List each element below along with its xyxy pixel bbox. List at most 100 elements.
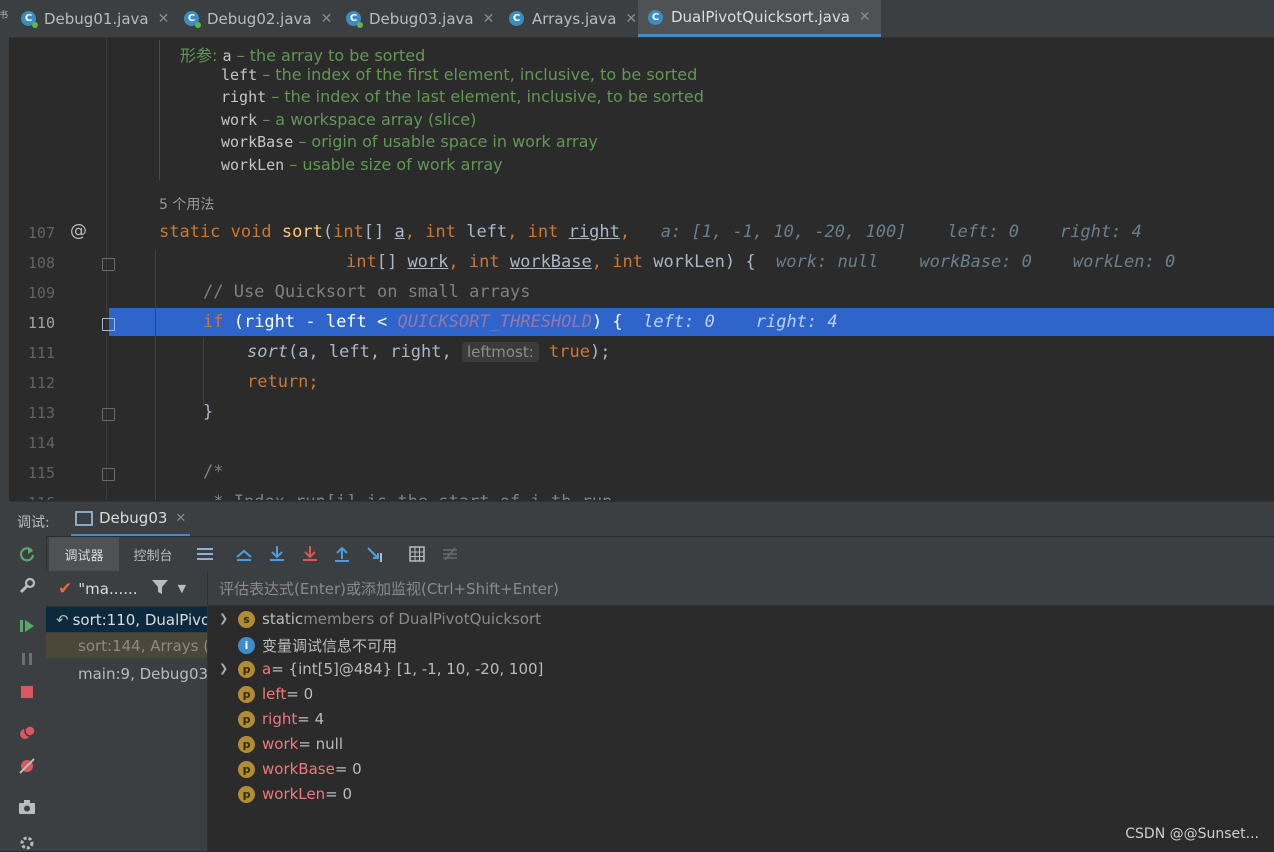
stop-icon[interactable]	[18, 683, 36, 701]
rerun-icon[interactable]	[18, 545, 36, 563]
variable-row[interactable]: p a = {int[5]@484} [1, -1, 10, -20, 100]	[238, 660, 543, 678]
variable-row[interactable]: p left = 0	[238, 685, 313, 703]
settings-gear-icon[interactable]	[18, 834, 36, 852]
fold-icon[interactable]	[102, 468, 115, 481]
code-line-112: return;	[247, 372, 319, 392]
java-class-icon: C	[509, 11, 524, 26]
frame-item[interactable]: ↶ sort:110, DualPivo	[46, 607, 207, 632]
override-marker-icon[interactable]: @	[70, 221, 87, 241]
frame-return-icon: ↶	[56, 610, 69, 629]
param-badge-icon: p	[238, 710, 255, 728]
frame-item[interactable]: sort:144, Arrays (j	[46, 633, 207, 658]
tab-console[interactable]: 控制台	[121, 537, 185, 572]
code-editor[interactable]: 形参: a – the array to be sorted left – th…	[9, 38, 1274, 500]
fold-icon[interactable]	[102, 318, 115, 331]
debug-actions-strip	[9, 536, 47, 851]
line-number: 109	[27, 284, 55, 302]
param-name: left	[221, 66, 258, 84]
step-over-icon[interactable]	[268, 545, 286, 563]
variable-row[interactable]: p workBase = 0	[238, 760, 362, 778]
debug-tool-window-header: 调试: Debug03 ✕	[9, 501, 1274, 537]
tab-debug02[interactable]: C Debug02.java ✕	[184, 0, 332, 37]
tab-debugger[interactable]: 调试器	[49, 537, 119, 572]
code-line-113: }	[203, 402, 214, 422]
layout-menu-icon[interactable]	[196, 545, 214, 563]
var-name: work	[262, 735, 299, 753]
expand-icon[interactable]: ❯	[219, 612, 228, 625]
camera-icon[interactable]	[18, 798, 36, 816]
show-execution-point-icon[interactable]	[235, 545, 253, 563]
frame-item[interactable]: main:9, Debug03	[78, 665, 208, 683]
fold-icon[interactable]	[102, 408, 115, 421]
tab-debug03[interactable]: C Debug03.java ✕	[346, 0, 494, 37]
resume-icon[interactable]	[18, 617, 36, 635]
tab-label: Arrays.java	[532, 9, 617, 28]
variable-row[interactable]: p work = null	[238, 735, 343, 753]
close-icon[interactable]: ✕	[175, 511, 186, 526]
info-icon: i	[238, 637, 255, 654]
param-desc: – usable size of work array	[289, 155, 503, 174]
trace-stream-icon[interactable]	[441, 545, 459, 563]
step-out-icon[interactable]	[333, 545, 351, 563]
evaluate-expression-input[interactable]: 评估表达式(Enter)或添加监视(Ctrl+Shift+Enter)	[208, 571, 1274, 606]
wrench-icon[interactable]	[18, 577, 36, 595]
step-into-icon[interactable]	[301, 545, 319, 563]
param-name: work	[221, 111, 258, 129]
java-class-icon: C	[21, 11, 38, 28]
close-icon[interactable]: ✕	[321, 11, 333, 27]
indent-guide	[155, 250, 156, 500]
tab-dualpivotquicksort[interactable]: C DualPivotQuicksort.java ✕	[638, 0, 881, 37]
java-class-icon: C	[648, 9, 663, 25]
rendered-javadoc: 形参: a – the array to be sorted left – th…	[159, 40, 760, 180]
var-value: = {int[5]@484} [1, -1, 10, -20, 100]	[271, 660, 544, 678]
var-prefix: static	[262, 610, 304, 628]
inline-debug-values: work: null workBase: 0 workLen: 0	[776, 252, 1176, 272]
run-to-cursor-icon[interactable]	[366, 545, 384, 563]
frame-label: sort:144, Arrays (j	[78, 636, 207, 655]
fold-icon[interactable]	[102, 258, 115, 271]
variable-row[interactable]: p workLen = 0	[238, 785, 352, 803]
var-value: = 0	[286, 685, 314, 703]
var-value: = 0	[325, 785, 353, 803]
param-name: workBase	[221, 133, 294, 151]
line-number: 112	[27, 374, 55, 392]
param-desc: – origin of usable space in work array	[298, 132, 598, 151]
variable-row[interactable]: i 变量调试信息不可用	[238, 635, 397, 656]
param-desc: – the index of the last element, inclusi…	[271, 87, 704, 106]
code-line-115: /*	[203, 462, 224, 482]
variable-row[interactable]: p right = 4	[238, 710, 324, 728]
info-message: 变量调试信息不可用	[262, 637, 398, 655]
tab-label: Debug01.java	[44, 9, 149, 28]
close-icon[interactable]: ✕	[158, 11, 170, 27]
evaluate-expression-icon[interactable]	[408, 545, 426, 563]
chevron-down-icon[interactable]: ▼	[178, 582, 186, 595]
mute-breakpoints-icon[interactable]	[18, 757, 36, 775]
filter-icon[interactable]	[151, 579, 168, 598]
param-desc: – the index of the first element, inclus…	[262, 65, 698, 84]
indent-guide	[203, 338, 204, 406]
usages-link[interactable]: 5 个用法	[159, 194, 214, 214]
close-icon[interactable]: ✕	[625, 11, 637, 27]
thread-selector[interactable]: ✔ "ma...... ▼	[46, 571, 207, 607]
variable-row[interactable]: s static members of DualPivotQuicksort	[238, 610, 541, 628]
pause-icon[interactable]	[18, 650, 36, 668]
close-icon[interactable]: ✕	[483, 11, 495, 27]
tab-label: Debug03.java	[369, 9, 474, 28]
editor-tab-bar: C Debug01.java ✕ C Debug02.java ✕ C Debu…	[9, 0, 1274, 38]
expand-icon[interactable]: ❯	[219, 662, 228, 675]
param-name: right	[221, 88, 267, 106]
line-number: 113	[27, 404, 55, 422]
line-number: 110	[27, 314, 55, 332]
debug-session-tab[interactable]: Debug03 ✕	[71, 502, 191, 537]
tab-arrays[interactable]: C Arrays.java ✕	[509, 0, 637, 37]
session-label: Debug03	[99, 509, 168, 527]
java-class-icon: C	[184, 11, 201, 28]
frames-panel: ✔ "ma...... ▼ ↶ sort:110, DualPivo sort:1…	[46, 571, 208, 851]
param-name: a	[222, 47, 232, 65]
close-icon[interactable]: ✕	[859, 9, 871, 25]
view-breakpoints-icon[interactable]	[18, 724, 36, 742]
line-number: 116	[9, 494, 55, 500]
var-name: workBase	[262, 760, 335, 778]
frame-label: sort:110, DualPivo	[72, 610, 207, 629]
tab-debug01[interactable]: C Debug01.java ✕	[21, 0, 169, 37]
